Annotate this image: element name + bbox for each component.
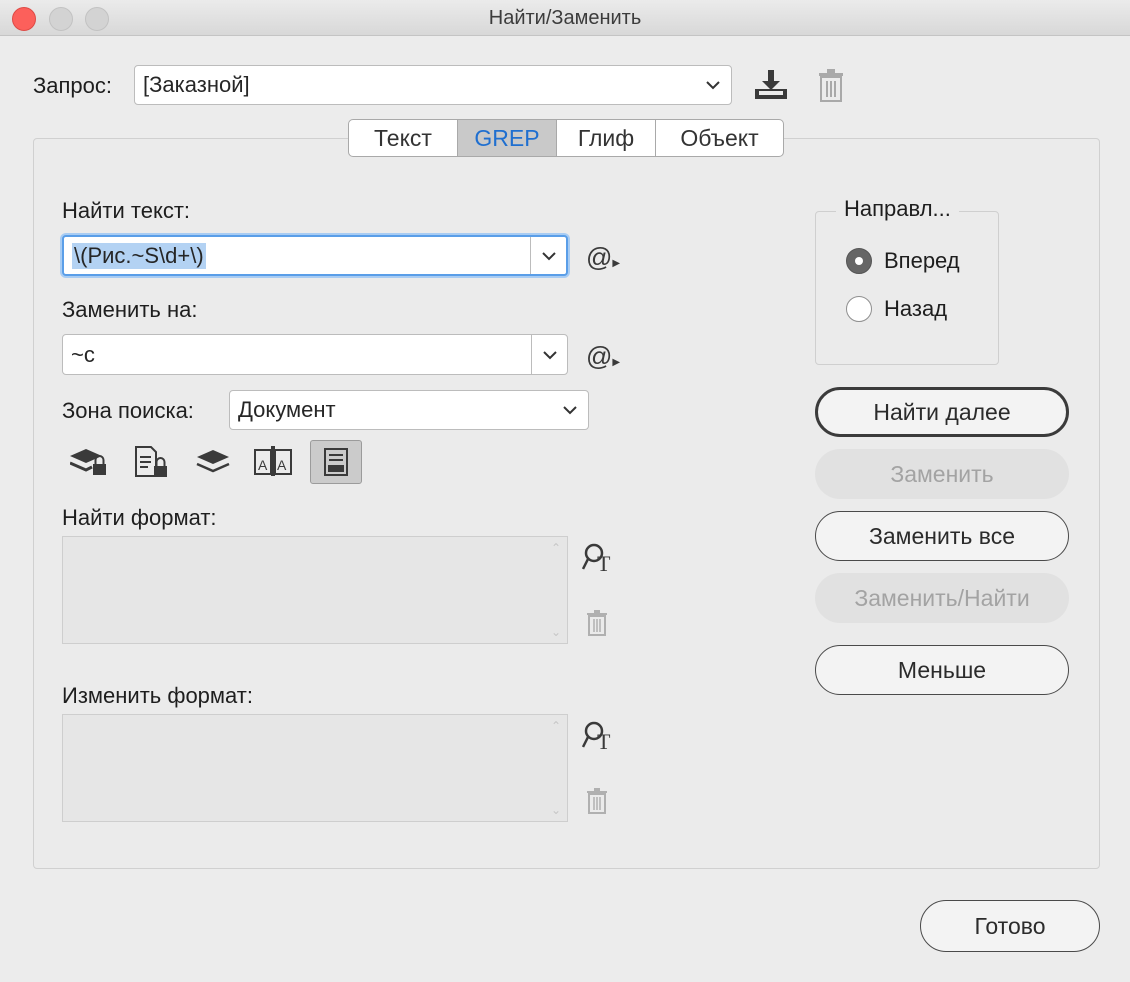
direction-group: [815, 211, 999, 365]
done-button[interactable]: Готово: [920, 900, 1100, 952]
clear-find-format-icon[interactable]: [587, 610, 607, 641]
replace-label: Заменить на:: [62, 297, 198, 322]
chevron-down-icon[interactable]: [531, 335, 567, 374]
scroll-up-icon: ⌃: [550, 719, 561, 733]
direction-backward-radio[interactable]: Назад: [846, 296, 947, 322]
locked-stories-icon[interactable]: [135, 446, 169, 483]
specify-change-format-icon[interactable]: T: [581, 721, 614, 756]
find-next-button[interactable]: Найти далее: [815, 387, 1069, 437]
direction-forward-radio[interactable]: Вперед: [846, 248, 960, 274]
tab-glyph[interactable]: Глиф: [557, 120, 656, 156]
search-mode-tabs: Текст GREP Глиф Объект: [348, 119, 784, 157]
replace-field[interactable]: ~c: [62, 334, 568, 375]
replace-all-button[interactable]: Заменить все: [815, 511, 1069, 561]
window-title: Найти/Заменить: [488, 7, 642, 29]
fewer-options-button[interactable]: Меньше: [815, 645, 1069, 695]
change-format-box[interactable]: ⌃ ⌄: [62, 714, 568, 822]
scroll-up-icon: ⌃: [550, 541, 561, 555]
clear-change-format-icon[interactable]: [587, 788, 607, 819]
replace-find-button[interactable]: Заменить/Найти: [815, 573, 1069, 623]
query-label: Запрос:: [33, 73, 113, 98]
direction-forward-label: Вперед: [884, 248, 960, 273]
search-zone-select[interactable]: Документ: [229, 390, 589, 430]
tab-object[interactable]: Объект: [656, 120, 783, 156]
direction-backward-label: Назад: [884, 296, 948, 321]
tab-grep[interactable]: GREP: [458, 120, 557, 156]
chevron-down-icon: [695, 66, 731, 104]
save-query-icon[interactable]: [754, 70, 788, 105]
find-text-field[interactable]: \(Рис.~S\d+\): [62, 235, 568, 276]
radio-dot: [846, 248, 872, 274]
search-zone-label: Зона поиска:: [62, 398, 194, 423]
chevron-down-icon: [552, 391, 588, 429]
hidden-layers-icon[interactable]: [196, 448, 230, 481]
query-select[interactable]: [Заказной]: [134, 65, 732, 105]
chevron-down-icon[interactable]: [530, 237, 566, 274]
find-text-label: Найти текст:: [62, 198, 191, 223]
special-chars-replace-icon[interactable]: @▶: [586, 341, 620, 372]
scroll-down-icon: ⌄: [550, 803, 561, 817]
find-format-label: Найти формат:: [62, 505, 217, 530]
scroll-down-icon: ⌄: [550, 625, 561, 639]
delete-query-icon[interactable]: [818, 69, 844, 107]
svg-text:A: A: [258, 457, 268, 473]
find-replace-dialog: Найти/Заменить Запрос: [Заказной] Текст …: [0, 0, 1130, 982]
specify-find-format-icon[interactable]: T: [581, 543, 614, 578]
svg-text:A: A: [277, 457, 287, 473]
direction-title: Направл...: [836, 196, 959, 222]
replace-button[interactable]: Заменить: [815, 449, 1069, 499]
locked-layers-icon[interactable]: [69, 447, 108, 482]
footnotes-icon[interactable]: [310, 440, 362, 484]
search-zone-value: Документ: [238, 397, 336, 422]
find-text-value: \(Рис.~S\d+\): [72, 242, 206, 269]
master-pages-icon[interactable]: A A: [254, 446, 292, 481]
special-chars-find-icon[interactable]: @▶: [586, 242, 620, 273]
radio-dot: [846, 296, 872, 322]
title-bar: Найти/Заменить: [0, 0, 1130, 36]
svg-text:T: T: [597, 729, 611, 751]
change-format-label: Изменить формат:: [62, 683, 253, 708]
query-value: [Заказной]: [143, 72, 250, 97]
tab-text[interactable]: Текст: [349, 120, 458, 156]
replace-value: ~c: [71, 341, 95, 367]
svg-text:T: T: [597, 551, 611, 573]
find-format-box[interactable]: ⌃ ⌄: [62, 536, 568, 644]
